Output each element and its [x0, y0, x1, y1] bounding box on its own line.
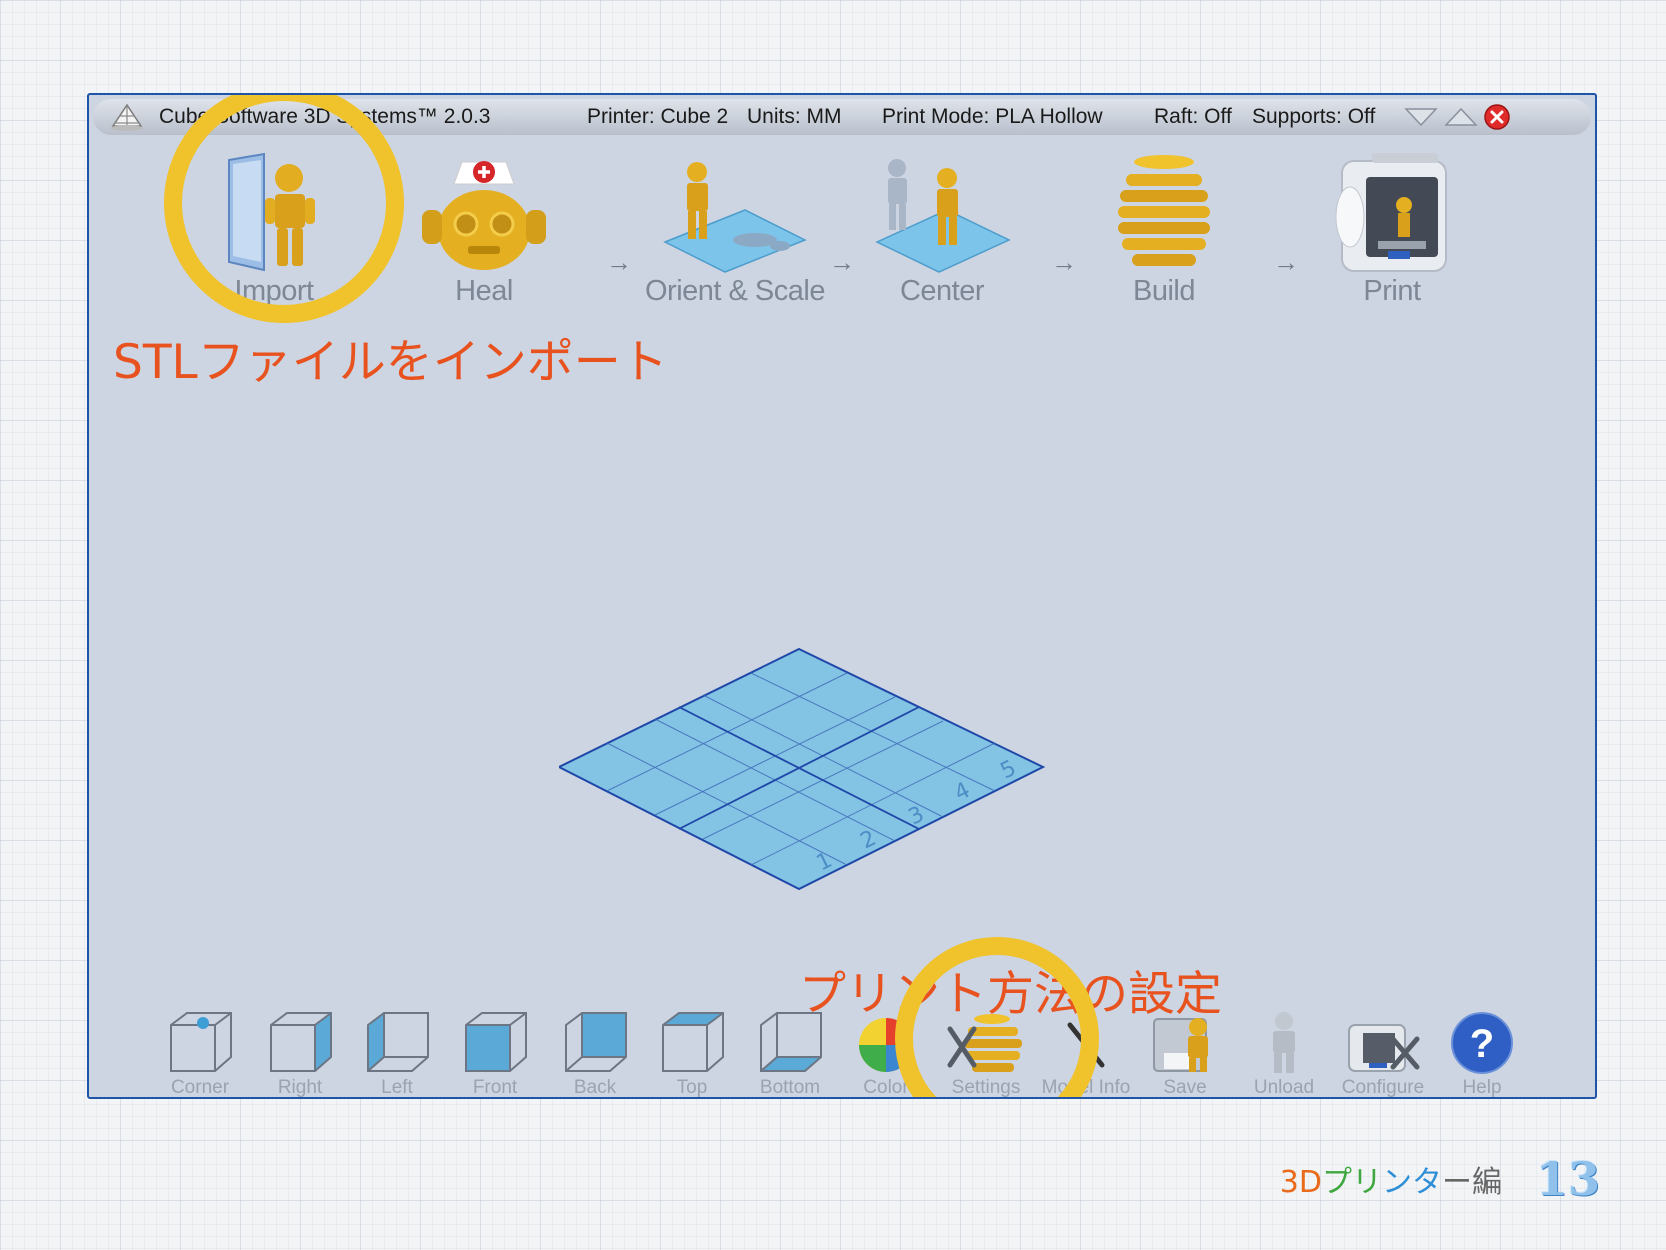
top-view-button[interactable]: Top — [647, 1005, 737, 1098]
help-question-icon: ? — [1451, 1012, 1513, 1074]
view-toolbar: Corner Right Left Front Back Top Bottom … — [89, 987, 1595, 1097]
top-view-icon — [662, 1012, 724, 1072]
printer-status: Printer: Cube 2 — [587, 105, 729, 128]
unload-button[interactable]: Unload — [1239, 1005, 1329, 1098]
nurse-robot-head-icon — [422, 161, 546, 270]
step-print-label: Print — [1363, 275, 1421, 307]
cube-software-window: Cube Software 3D Systems™ 2.0.3 Printer:… — [87, 93, 1597, 1099]
corner-view-button[interactable]: Corner — [155, 1005, 245, 1098]
supports-status: Supports: Off — [1252, 105, 1376, 128]
bottom-view-button[interactable]: Bottom — [745, 1005, 835, 1098]
configure-label: Configure — [1341, 1077, 1425, 1098]
step-heal[interactable]: Heal — [414, 145, 554, 308]
right-view-label: Right — [277, 1077, 323, 1098]
sliced-layers-icon — [1118, 155, 1210, 266]
step-center[interactable]: Center — [867, 145, 1017, 308]
front-view-icon — [465, 1012, 527, 1072]
step-heal-label: Heal — [455, 275, 513, 307]
left-view-icon — [367, 1012, 429, 1072]
back-view-label: Back — [573, 1077, 617, 1098]
right-view-icon — [270, 1012, 332, 1072]
units-status: Units: MM — [747, 105, 842, 128]
configure-button[interactable]: Configure — [1338, 1005, 1428, 1098]
import-highlight-ring — [164, 95, 404, 323]
step-orient-scale-label: Orient & Scale — [645, 275, 825, 307]
build-plate: 1 2 3 4 5 — [559, 647, 1046, 891]
unload-label: Unload — [1253, 1077, 1315, 1098]
back-view-icon — [565, 1012, 627, 1072]
robots-on-plate-icon — [663, 162, 807, 273]
step-arrow: → — [1051, 247, 1077, 277]
save-disk-icon — [1153, 1018, 1208, 1072]
page-number: 13 — [1535, 1152, 1600, 1206]
print-mode-status: Print Mode: PLA Hollow — [882, 105, 1103, 128]
save-label: Save — [1163, 1077, 1207, 1098]
svg-text:?: ? — [1470, 1022, 1494, 1066]
step-arrow: → — [829, 247, 855, 277]
left-view-button[interactable]: Left — [352, 1005, 442, 1098]
left-view-label: Left — [381, 1077, 413, 1098]
corner-view-icon — [170, 1012, 232, 1072]
raft-status: Raft: Off — [1154, 105, 1232, 128]
close-icon[interactable] — [1483, 103, 1511, 131]
right-view-button[interactable]: Right — [255, 1005, 345, 1098]
bottom-view-icon — [760, 1012, 822, 1072]
cube-logo-icon — [111, 103, 143, 131]
import-annotation: STLファイルをインポート — [113, 335, 668, 390]
maximize-icon[interactable] — [1443, 105, 1479, 129]
save-button[interactable]: Save — [1140, 1005, 1230, 1098]
step-build-label: Build — [1133, 275, 1196, 307]
help-label: Help — [1462, 1077, 1502, 1098]
back-view-button[interactable]: Back — [550, 1005, 640, 1098]
unload-robot-icon — [1273, 1012, 1295, 1073]
slide-footer: 3Dプリンター編 13 — [1280, 1152, 1600, 1206]
step-center-label: Center — [899, 275, 985, 307]
configure-printer-icon — [1348, 1024, 1420, 1072]
cube-printer-icon — [1335, 153, 1447, 272]
front-view-label: Front — [472, 1077, 518, 1098]
corner-view-label: Corner — [170, 1077, 230, 1098]
front-view-button[interactable]: Front — [450, 1005, 540, 1098]
step-print[interactable]: Print — [1327, 145, 1457, 308]
section-label: 3Dプリンター編 — [1279, 1165, 1502, 1200]
minimize-icon[interactable] — [1403, 105, 1439, 129]
step-arrow: → — [1273, 247, 1299, 277]
centered-robot-icon — [875, 159, 1011, 273]
step-build[interactable]: Build — [1099, 145, 1229, 308]
bottom-view-label: Bottom — [759, 1077, 821, 1098]
step-orient-scale[interactable]: Orient & Scale — [635, 145, 835, 308]
top-view-label: Top — [676, 1077, 708, 1098]
step-arrow: → — [606, 247, 632, 277]
help-button[interactable]: ? Help — [1437, 1005, 1527, 1098]
